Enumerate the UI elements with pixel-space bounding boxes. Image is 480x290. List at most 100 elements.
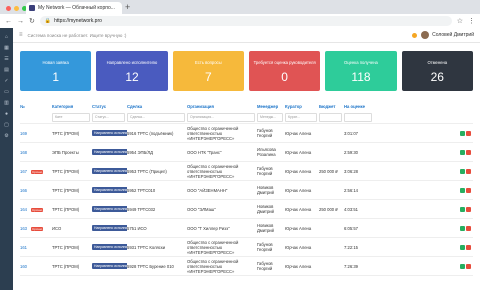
delete-icon[interactable] xyxy=(466,244,471,250)
header-id[interactable]: № xyxy=(20,104,30,109)
browser-tab[interactable]: My Network — Облачный корпо... xyxy=(26,2,122,14)
search-input[interactable]: Система поиска не работает. Ищите вручну… xyxy=(28,33,413,38)
delete-icon[interactable] xyxy=(466,168,471,174)
card-title: Направлено исполнителю xyxy=(106,59,158,65)
row-deal[interactable]: 5931 ТРТС Коляски xyxy=(127,245,187,250)
close-icon[interactable] xyxy=(6,6,11,11)
table-row[interactable]: 161 ТРТС (ПРОМ) Направлено исполнителю 5… xyxy=(20,238,473,257)
minimize-icon[interactable] xyxy=(14,6,19,11)
table-row[interactable]: 169 ТРТС (ПРОМ) Направлено исполнителю 5… xyxy=(20,124,473,143)
budget-filter[interactable] xyxy=(319,113,342,122)
header-status[interactable]: Статус xyxy=(92,104,127,109)
row-evaluation-time: 3:06:28 xyxy=(344,168,358,174)
row-id[interactable]: 160 xyxy=(20,264,30,269)
table-row[interactable]: 160 ТРТС (ПРОМ) Направлено исполнителю 5… xyxy=(20,257,473,276)
row-budget: 250 000 ₽ xyxy=(319,206,338,212)
table-row[interactable]: 163 Срочно ИСО Направлено исполнителю 57… xyxy=(20,219,473,238)
avatar[interactable] xyxy=(421,31,430,39)
curator-filter[interactable]: Курат... xyxy=(285,113,317,122)
folder-icon[interactable]: ▭ xyxy=(4,89,9,95)
row-deal[interactable]: 5949 ТРТС032 xyxy=(127,207,187,212)
approve-icon[interactable] xyxy=(460,130,465,136)
category-filter[interactable]: Кате xyxy=(52,113,90,122)
row-deal[interactable]: 5751 ИСО xyxy=(127,226,187,231)
row-organization: ООО "АЙЗЕНМАНН" xyxy=(187,187,228,193)
header-organization[interactable]: Организация xyxy=(187,104,257,109)
table-row[interactable]: 167 Срочно ТРТС (ПРОМ) Направлено исполн… xyxy=(20,162,473,181)
check-icon[interactable]: ✓ xyxy=(4,78,8,84)
status-card[interactable]: Отменена 26 xyxy=(401,51,473,91)
table-row[interactable]: 164 Срочно ТРТС (ПРОМ) Направлено исполн… xyxy=(20,200,473,219)
list-icon[interactable]: ☰ xyxy=(4,56,8,62)
new-tab-button[interactable]: + xyxy=(125,2,130,12)
address-bar[interactable]: 🔒 https://mynetwork.pro xyxy=(39,16,452,26)
gear-icon[interactable]: ⚙ xyxy=(4,133,8,139)
delete-icon[interactable] xyxy=(466,187,471,193)
evaluation-filter[interactable] xyxy=(344,113,372,122)
header-category[interactable]: Категория xyxy=(52,104,92,109)
approve-icon[interactable] xyxy=(460,263,465,269)
approve-icon[interactable] xyxy=(460,168,465,174)
table-row[interactable]: 168 ЭПБ Проекты Направлено исполнителю 5… xyxy=(20,143,473,162)
row-id[interactable]: 163 xyxy=(20,226,30,231)
row-id[interactable]: 167 xyxy=(20,169,30,174)
header-manager[interactable]: Менеджер xyxy=(257,104,285,109)
row-deal[interactable]: 5916 ТРТС (подъёмник) xyxy=(127,131,187,136)
row-id[interactable]: 169 xyxy=(20,131,30,136)
user-name[interactable]: Соловей Дмитрий xyxy=(432,32,474,38)
approve-icon[interactable] xyxy=(460,149,465,155)
header-evaluation[interactable]: На оценке xyxy=(344,104,374,109)
delete-icon[interactable] xyxy=(466,263,471,269)
row-deal[interactable]: 5952 ТРТС010 xyxy=(127,188,187,193)
status-card[interactable]: Есть вопросы 7 xyxy=(172,51,244,91)
calendar-icon[interactable]: ▤ xyxy=(4,67,9,73)
forward-icon[interactable]: → xyxy=(17,18,24,25)
menu-icon[interactable]: ⋮ xyxy=(468,17,475,25)
row-id[interactable]: 168 xyxy=(20,150,30,155)
approve-icon[interactable] xyxy=(460,187,465,193)
header-budget[interactable]: Бюджет xyxy=(319,104,344,109)
notification-icon[interactable] xyxy=(412,32,418,38)
row-deal[interactable]: 5954 ЭПБ/ЛД xyxy=(127,150,187,155)
status-badge: Направлено исполнителю xyxy=(92,206,127,212)
status-filter[interactable]: Статус... xyxy=(92,113,125,122)
hamburger-icon[interactable]: ≡ xyxy=(19,32,23,38)
row-curator: Юрчак Алена xyxy=(285,187,312,193)
status-card[interactable]: Оценка получена 118 xyxy=(325,51,397,91)
manager-filter[interactable]: Менедж... xyxy=(257,113,283,122)
row-id[interactable]: 161 xyxy=(20,245,30,250)
reload-icon[interactable]: ↻ xyxy=(29,17,35,25)
delete-icon[interactable] xyxy=(466,206,471,212)
delete-icon[interactable] xyxy=(466,149,471,155)
row-manager: Новиков Дмитрий xyxy=(257,223,274,233)
row-deal[interactable]: 5928 ТРТС Бурение 010 xyxy=(127,264,187,269)
card-value: 118 xyxy=(351,70,371,84)
window-controls[interactable] xyxy=(6,6,27,11)
organization-filter[interactable]: Организация... xyxy=(187,113,255,122)
user-icon[interactable]: ● xyxy=(5,111,8,117)
approve-icon[interactable] xyxy=(460,225,465,231)
row-curator: Юрчак Алена xyxy=(285,130,312,136)
status-card[interactable]: Направлено исполнителю 12 xyxy=(96,51,168,91)
approve-icon[interactable] xyxy=(460,206,465,212)
row-deal[interactable]: 5953 ТРТС (Прицеп) xyxy=(127,169,187,174)
star-icon[interactable]: ☆ xyxy=(457,17,463,25)
dashboard-icon[interactable]: ▦ xyxy=(4,45,9,51)
table-header: № Категория Статус Сделка Организация Ме… xyxy=(20,101,473,112)
deal-filter[interactable]: Сделка... xyxy=(127,113,185,122)
doc-icon[interactable]: ▢ xyxy=(4,122,9,128)
back-icon[interactable]: ← xyxy=(5,18,12,25)
table-row[interactable]: 166 ТРТС (ПРОМ) Направлено исполнителю 5… xyxy=(20,181,473,200)
row-id[interactable]: 164 xyxy=(20,207,30,212)
approve-icon[interactable] xyxy=(460,244,465,250)
row-id[interactable]: 166 xyxy=(20,188,30,193)
header-deal[interactable]: Сделка xyxy=(127,104,187,109)
delete-icon[interactable] xyxy=(466,225,471,231)
row-organization: Общество с ограниченной ответственностью… xyxy=(187,258,239,274)
status-card[interactable]: Требуется оценка руководителя 0 xyxy=(248,51,321,91)
header-curator[interactable]: Куратор xyxy=(285,104,319,109)
status-card[interactable]: Новая заявка 1 xyxy=(20,51,92,91)
home-icon[interactable]: ⌂ xyxy=(5,34,8,40)
chart-icon[interactable]: ▥ xyxy=(4,100,9,106)
delete-icon[interactable] xyxy=(466,130,471,136)
